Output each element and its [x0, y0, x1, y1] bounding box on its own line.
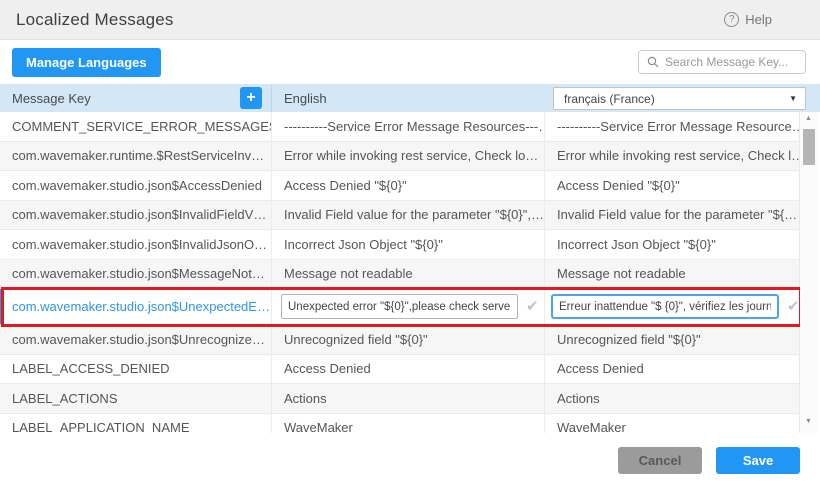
column-header-english: English [272, 84, 545, 112]
cell-message-key[interactable]: com.wavemaker.studio.json$InvalidJsonO… [0, 230, 272, 259]
cell-french[interactable]: ----------Service Error Message Resource… [545, 112, 800, 141]
cell-english[interactable]: Access Denied "${0}" [272, 171, 545, 200]
scroll-up-icon[interactable]: ▲ [805, 114, 812, 126]
cell-french[interactable]: WaveMaker [545, 414, 800, 434]
vertical-scrollbar[interactable]: ▲ ▼ [799, 112, 817, 433]
help-label: Help [745, 12, 772, 27]
cancel-button[interactable]: Cancel [618, 447, 702, 474]
add-language-button[interactable]: + [240, 87, 262, 109]
selected-row-indicator [0, 289, 3, 324]
search-icon [647, 56, 659, 68]
cell-message-key[interactable]: LABEL_APPLICATION_NAME [0, 414, 272, 434]
french-edit-input[interactable] [551, 294, 779, 319]
cell-message-key[interactable]: COMMENT_SERVICE_ERROR_MESSAGES [0, 112, 272, 141]
scroll-down-icon[interactable]: ▼ [805, 417, 812, 429]
help-button[interactable]: ? Help [724, 12, 772, 27]
cell-message-key[interactable]: com.wavemaker.studio.json$MessageNot… [0, 260, 272, 289]
cell-english[interactable]: Unrecognized field "${0}" [272, 325, 545, 354]
language-select-value: français (France) [564, 92, 655, 106]
cell-message-key[interactable]: com.wavemaker.studio.json$AccessDenied [0, 171, 272, 200]
cell-french[interactable]: Unrecognized field "${0}" [545, 325, 800, 354]
cell-french[interactable]: Actions [545, 384, 800, 413]
cell-english[interactable]: Access Denied [272, 355, 545, 384]
manage-languages-button[interactable]: Manage Languages [12, 48, 161, 77]
cell-french-editing: ✔ [545, 289, 800, 324]
table-row[interactable]: com.wavemaker.studio.json$InvalidJsonO… … [0, 230, 800, 260]
cell-message-key[interactable]: LABEL_ACTIONS [0, 384, 272, 413]
message-key-column-label: Message Key [12, 91, 91, 106]
confirm-check-icon[interactable]: ✔ [526, 299, 539, 314]
table-row[interactable]: LABEL_APPLICATION_NAME WaveMaker WaveMak… [0, 414, 800, 434]
table-body: COMMENT_SERVICE_ERROR_MESSAGES ---------… [0, 112, 820, 433]
english-edit-input[interactable] [281, 294, 518, 319]
search-input[interactable] [665, 55, 797, 69]
cell-english[interactable]: Message not readable [272, 260, 545, 289]
cell-french[interactable]: Access Denied "${0}" [545, 171, 800, 200]
cell-english[interactable]: Error while invoking rest service, Check… [272, 142, 545, 171]
cell-french[interactable]: Message not readable [545, 260, 800, 289]
help-icon: ? [724, 12, 739, 27]
table-header: Message Key + English français (France) … [0, 84, 820, 112]
dialog-header: Localized Messages ? Help [0, 0, 820, 40]
cell-french[interactable]: Error while invoking rest service, Check… [545, 142, 800, 171]
cell-french[interactable]: Invalid Field value for the parameter "$… [545, 201, 800, 230]
toolbar: Manage Languages [0, 40, 820, 84]
cell-message-key-selected[interactable]: com.wavemaker.studio.json$UnexpectedE… [0, 289, 272, 324]
table-row[interactable]: com.wavemaker.studio.json$Unrecognize… U… [0, 325, 800, 355]
localized-messages-dialog: Localized Messages ? Help Manage Languag… [0, 0, 820, 487]
cell-english[interactable]: Incorrect Json Object "${0}" [272, 230, 545, 259]
page-title: Localized Messages [16, 10, 174, 30]
table-row[interactable]: COMMENT_SERVICE_ERROR_MESSAGES ---------… [0, 112, 800, 142]
cell-message-key[interactable]: com.wavemaker.studio.json$InvalidFieldV… [0, 201, 272, 230]
column-header-message-key: Message Key + [0, 84, 272, 112]
cell-english[interactable]: Actions [272, 384, 545, 413]
confirm-check-icon[interactable]: ✔ [787, 299, 800, 314]
table-row[interactable]: LABEL_ACTIONS Actions Actions [0, 384, 800, 414]
table-row[interactable]: LABEL_ACCESS_DENIED Access Denied Access… [0, 355, 800, 385]
table-row[interactable]: com.wavemaker.studio.json$InvalidFieldV…… [0, 201, 800, 231]
cell-english[interactable]: WaveMaker [272, 414, 545, 434]
english-column-label: English [284, 91, 327, 106]
table-row[interactable]: com.wavemaker.runtime.$RestServiceInv… E… [0, 142, 800, 172]
cell-message-key[interactable]: com.wavemaker.studio.json$Unrecognize… [0, 325, 272, 354]
search-box[interactable] [638, 50, 806, 74]
scrollbar-thumb[interactable] [803, 129, 815, 165]
table-rows: COMMENT_SERVICE_ERROR_MESSAGES ---------… [0, 112, 800, 433]
cell-message-key[interactable]: com.wavemaker.runtime.$RestServiceInv… [0, 142, 272, 171]
cell-english-editing: ✔ [272, 289, 545, 324]
caret-down-icon: ▼ [789, 94, 797, 103]
cell-english[interactable]: ----------Service Error Message Resource… [272, 112, 545, 141]
language-select[interactable]: français (France) ▼ [553, 87, 806, 110]
cell-french[interactable]: Incorrect Json Object "${0}" [545, 230, 800, 259]
table-row[interactable]: com.wavemaker.studio.json$MessageNot… Me… [0, 260, 800, 290]
table-row-editing[interactable]: com.wavemaker.studio.json$UnexpectedE… ✔… [0, 289, 800, 325]
cell-french[interactable]: Access Denied [545, 355, 800, 384]
save-button[interactable]: Save [716, 447, 800, 474]
cell-message-key[interactable]: LABEL_ACCESS_DENIED [0, 355, 272, 384]
table-row[interactable]: com.wavemaker.studio.json$AccessDenied A… [0, 171, 800, 201]
dialog-footer: Cancel Save [0, 433, 820, 487]
cell-english[interactable]: Invalid Field value for the parameter "$… [272, 201, 545, 230]
plus-icon: + [246, 90, 255, 106]
